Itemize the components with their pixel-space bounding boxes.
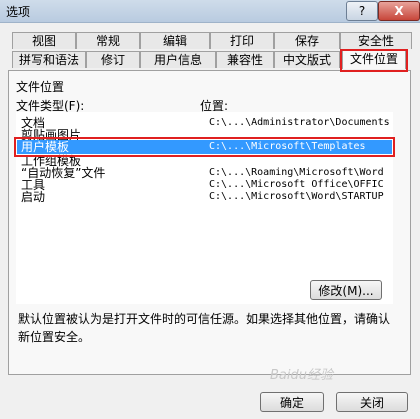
tab-save[interactable]: 保存 (274, 32, 340, 49)
list-item[interactable]: 启动 C:\...\Microsoft\Word\STARTUP (17, 190, 392, 204)
trust-note: 默认位置被认为是打开文件时的可信任源。如果选择其他位置，请确认新位置安全。 (18, 312, 391, 344)
tab-general[interactable]: 常规 (76, 32, 140, 49)
tab-asian-typography[interactable]: 中文版式 (274, 51, 340, 68)
close-button[interactable]: 关闭 (336, 392, 408, 412)
tab-view[interactable]: 视图 (12, 32, 76, 49)
tab-highlight-box (340, 49, 408, 72)
tab-print[interactable]: 打印 (210, 32, 274, 49)
tab-compatibility[interactable]: 兼容性 (216, 51, 274, 68)
group-title: 文件位置 (16, 80, 65, 94)
ok-button[interactable]: 确定 (260, 392, 324, 412)
window-title: 选项 (6, 5, 31, 19)
tab-edit[interactable]: 编辑 (140, 32, 210, 49)
help-button[interactable]: ? (346, 1, 378, 21)
tab-security[interactable]: 安全性 (340, 32, 412, 49)
selected-row-highlight-box (14, 137, 395, 157)
close-window-button[interactable]: X (378, 1, 420, 21)
tab-user-info[interactable]: 用户信息 (140, 51, 216, 68)
tab-spelling-grammar[interactable]: 拼写和语法 (12, 51, 86, 68)
watermark: Baidu经验 (270, 368, 333, 383)
title-bar: 选项 ? X (0, 0, 420, 23)
tab-revisions[interactable]: 修订 (86, 51, 140, 68)
modify-button[interactable]: 修改(M)... (310, 280, 382, 300)
